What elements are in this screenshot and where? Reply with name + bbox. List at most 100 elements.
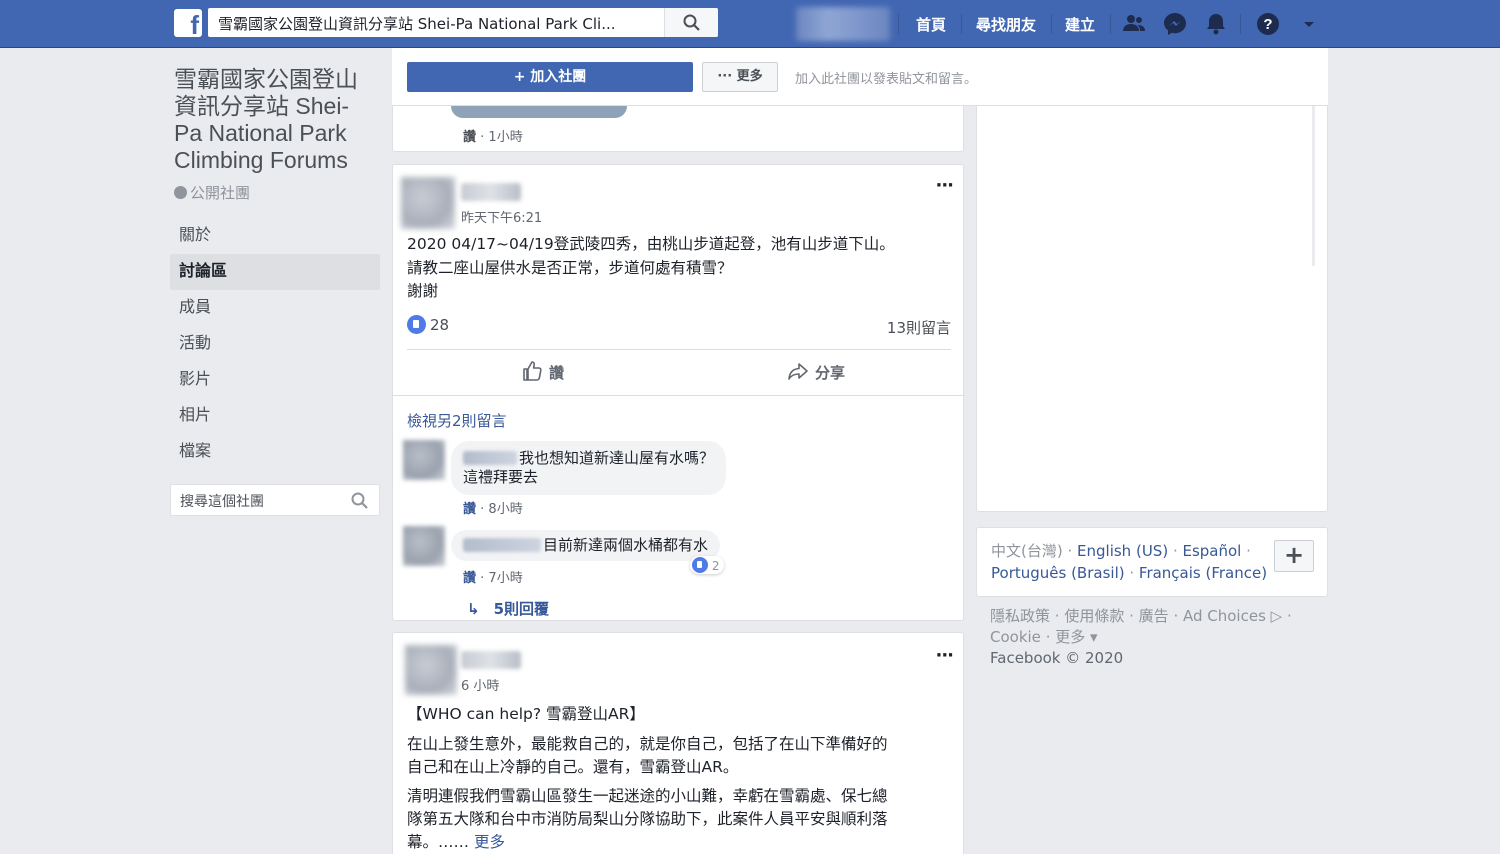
scrollbar[interactable] [1312, 106, 1315, 266]
comment-like-link[interactable]: 讚 [463, 571, 476, 586]
avatar[interactable] [401, 177, 455, 229]
chevron-down-icon: ▾ [1085, 628, 1098, 646]
sidebar-item-photos[interactable]: 相片 [170, 398, 380, 434]
language-option[interactable]: English (US) [1077, 542, 1168, 560]
sidebar-item-files[interactable]: 檔案 [170, 434, 380, 470]
like-link[interactable]: 讚 [463, 130, 476, 145]
friend-requests-icon[interactable] [1121, 11, 1147, 37]
sidebar-item-members[interactable]: 成員 [170, 290, 380, 326]
post-title: 【WHO can help? 雪霸登山AR】 [407, 705, 645, 723]
sidebar-item-events[interactable]: 活動 [170, 326, 380, 362]
post-timestamp[interactable]: 6 小時 [461, 675, 499, 694]
search-input[interactable]: 雪霸國家公園登山資訊分享站 Shei-Pa National Park Cli.… [208, 8, 718, 37]
post-card: 6 小時 ··· 【WHO can help? 雪霸登山AR】 在山上發生意外，… [392, 632, 964, 854]
search-button[interactable] [664, 8, 718, 37]
account-menu-icon[interactable] [1296, 11, 1322, 37]
sidebar-item-discussion[interactable]: 討論區 [170, 254, 380, 290]
search-input-value: 雪霸國家公園登山資訊分享站 Shei-Pa National Park Cli.… [218, 15, 616, 33]
sidebar-item-videos[interactable]: 影片 [170, 362, 380, 398]
top-navigation-bar: f 雪霸國家公園登山資訊分享站 Shei-Pa National Park Cl… [0, 0, 1500, 48]
comment-reaction-chip[interactable]: 2 [690, 556, 725, 574]
author-name[interactable] [461, 183, 521, 201]
search-icon [683, 14, 700, 31]
footer-link[interactable]: Ad Choices [1183, 607, 1266, 625]
comments-section: 檢視另2則留言 我也想知道新達山屋有水嗎？ 這禮拜要去 讚 · 8小時 目前新達兩… [393, 395, 963, 621]
see-more-link[interactable]: 更多 [474, 833, 505, 851]
language-option[interactable]: Português (Brasil) [991, 564, 1125, 582]
ad-choices-icon: ▷ [1265, 607, 1283, 625]
like-button[interactable]: 讚 [521, 360, 564, 383]
footer-link[interactable]: 廣告 [1139, 607, 1169, 625]
post-body-line: 在山上發生意外，最能救自己的，就是你自己，包括了在山下準備好的 [407, 735, 888, 753]
language-list: 中文(台灣) · English (US) · Español · Portug… [991, 542, 1268, 582]
footer-link[interactable]: Cookie [990, 628, 1041, 646]
previous-post-tail: 讚 · 1小時 [392, 106, 964, 152]
post-action-row: 讚 分享 [393, 350, 963, 394]
comment-bubble: 目前新達兩個水桶都有水 [451, 530, 721, 561]
group-action-bar: + 加入社團 ··· 更多 加入此社團以發表貼文和留言。 [392, 48, 1328, 106]
comment-like-link[interactable]: 讚 [463, 502, 476, 517]
avatar[interactable] [403, 440, 445, 480]
post-options-icon[interactable]: ··· [935, 645, 953, 666]
footer-link[interactable]: 更多 [1055, 628, 1085, 646]
post-body-line: 幕。…… 更多 [407, 833, 505, 851]
nav-create-link[interactable]: 建立 [1065, 14, 1095, 35]
search-icon[interactable] [351, 492, 369, 510]
nav-find-friends-link[interactable]: 尋找朋友 [976, 14, 1036, 35]
join-group-button[interactable]: + 加入社團 [407, 62, 693, 92]
post-body-line: 自己和在山上冷靜的自己。還有，雪霸登山AR。 [407, 758, 739, 776]
comment-meta: 讚 · 7小時 [463, 571, 523, 586]
group-search-placeholder: 搜尋這個社團 [180, 494, 264, 510]
avatar[interactable] [405, 645, 457, 695]
globe-icon [174, 186, 187, 199]
notifications-icon[interactable] [1203, 11, 1229, 37]
right-sidebar-panel [976, 106, 1328, 512]
reaction-summary[interactable]: 28 13則留言 [407, 315, 951, 343]
post-card: 昨天下午6:21 ··· 2020 04/17~04/19登武陵四秀，由桃山步道… [392, 164, 964, 621]
comment-meta: 讚 · 8小時 [463, 502, 523, 517]
share-icon [788, 363, 808, 380]
comment-meta: 讚 · 1小時 [463, 130, 523, 145]
thumbs-up-icon [523, 361, 542, 381]
messenger-icon[interactable] [1162, 11, 1188, 37]
post-options-icon[interactable]: ··· [935, 175, 953, 196]
previous-post-attachment[interactable] [451, 106, 627, 118]
group-privacy-label: 公開社團 [174, 182, 250, 203]
nav-home-link[interactable]: 首頁 [916, 14, 946, 35]
sidebar-item-about[interactable]: 關於 [170, 218, 380, 254]
post-timestamp[interactable]: 昨天下午6:21 [461, 207, 542, 226]
share-button[interactable]: 分享 [787, 360, 845, 383]
comment-count[interactable]: 13則留言 [887, 317, 951, 338]
help-icon[interactable]: ? [1255, 11, 1281, 37]
commenter-name[interactable] [463, 538, 541, 552]
more-button[interactable]: ··· 更多 [702, 62, 778, 92]
like-count: 28 [430, 316, 450, 334]
author-name[interactable] [461, 651, 521, 669]
copyright-text: Facebook © 2020 [990, 649, 1124, 667]
avatar[interactable] [403, 526, 445, 566]
commenter-name[interactable] [463, 451, 517, 465]
language-option[interactable]: Français (France) [1139, 564, 1267, 582]
language-option[interactable]: Español [1182, 542, 1241, 560]
comment-bubble: 我也想知道新達山屋有水嗎？ 這禮拜要去 [451, 441, 727, 495]
footer-link[interactable]: 隱私政策 [990, 607, 1050, 625]
join-hint-text: 加入此社團以發表貼文和留言。 [795, 72, 978, 87]
post-body-line: 謝謝 [407, 282, 439, 300]
post-body-line: 請教二座山屋供水是否正常，步道何處有積雪？ [407, 259, 733, 277]
reply-arrow-icon: ↳ [467, 600, 480, 618]
language-selector: 中文(台灣) · English (US) · Español · Portug… [976, 527, 1328, 597]
post-body-line: 2020 04/17~04/19登武陵四秀，由桃山步道起登，池有山步道下山。 [407, 235, 895, 253]
view-more-comments-link[interactable]: 檢視另2則留言 [407, 410, 507, 431]
group-sidebar-nav: 關於 討論區 成員 活動 影片 相片 檔案 [170, 218, 380, 470]
language-current: 中文(台灣) [991, 542, 1063, 560]
footer-links: 隱私政策 · 使用條款 · 廣告 · Ad Choices ▷ · Cookie… [990, 607, 1292, 667]
group-title[interactable]: 雪霸國家公園登山資訊分享站 Shei-Pa National Park Clim… [174, 66, 374, 174]
facebook-logo-icon[interactable]: f [174, 9, 202, 39]
profile-link[interactable] [796, 7, 890, 41]
post-body-line: 隊第五大隊和台中市消防局梨山分隊協助下，此案件人員平安與順利落 [407, 810, 888, 828]
add-language-button[interactable]: + [1274, 540, 1314, 572]
post-body-line: 清明連假我們雪霸山區發生一起迷途的小山難，幸虧在雪霸處、保七總 [407, 787, 888, 805]
footer-link[interactable]: 使用條款 [1064, 607, 1124, 625]
view-replies-link[interactable]: ↳ 5則回覆 [467, 598, 549, 619]
group-search-input[interactable]: 搜尋這個社團 [170, 484, 380, 516]
